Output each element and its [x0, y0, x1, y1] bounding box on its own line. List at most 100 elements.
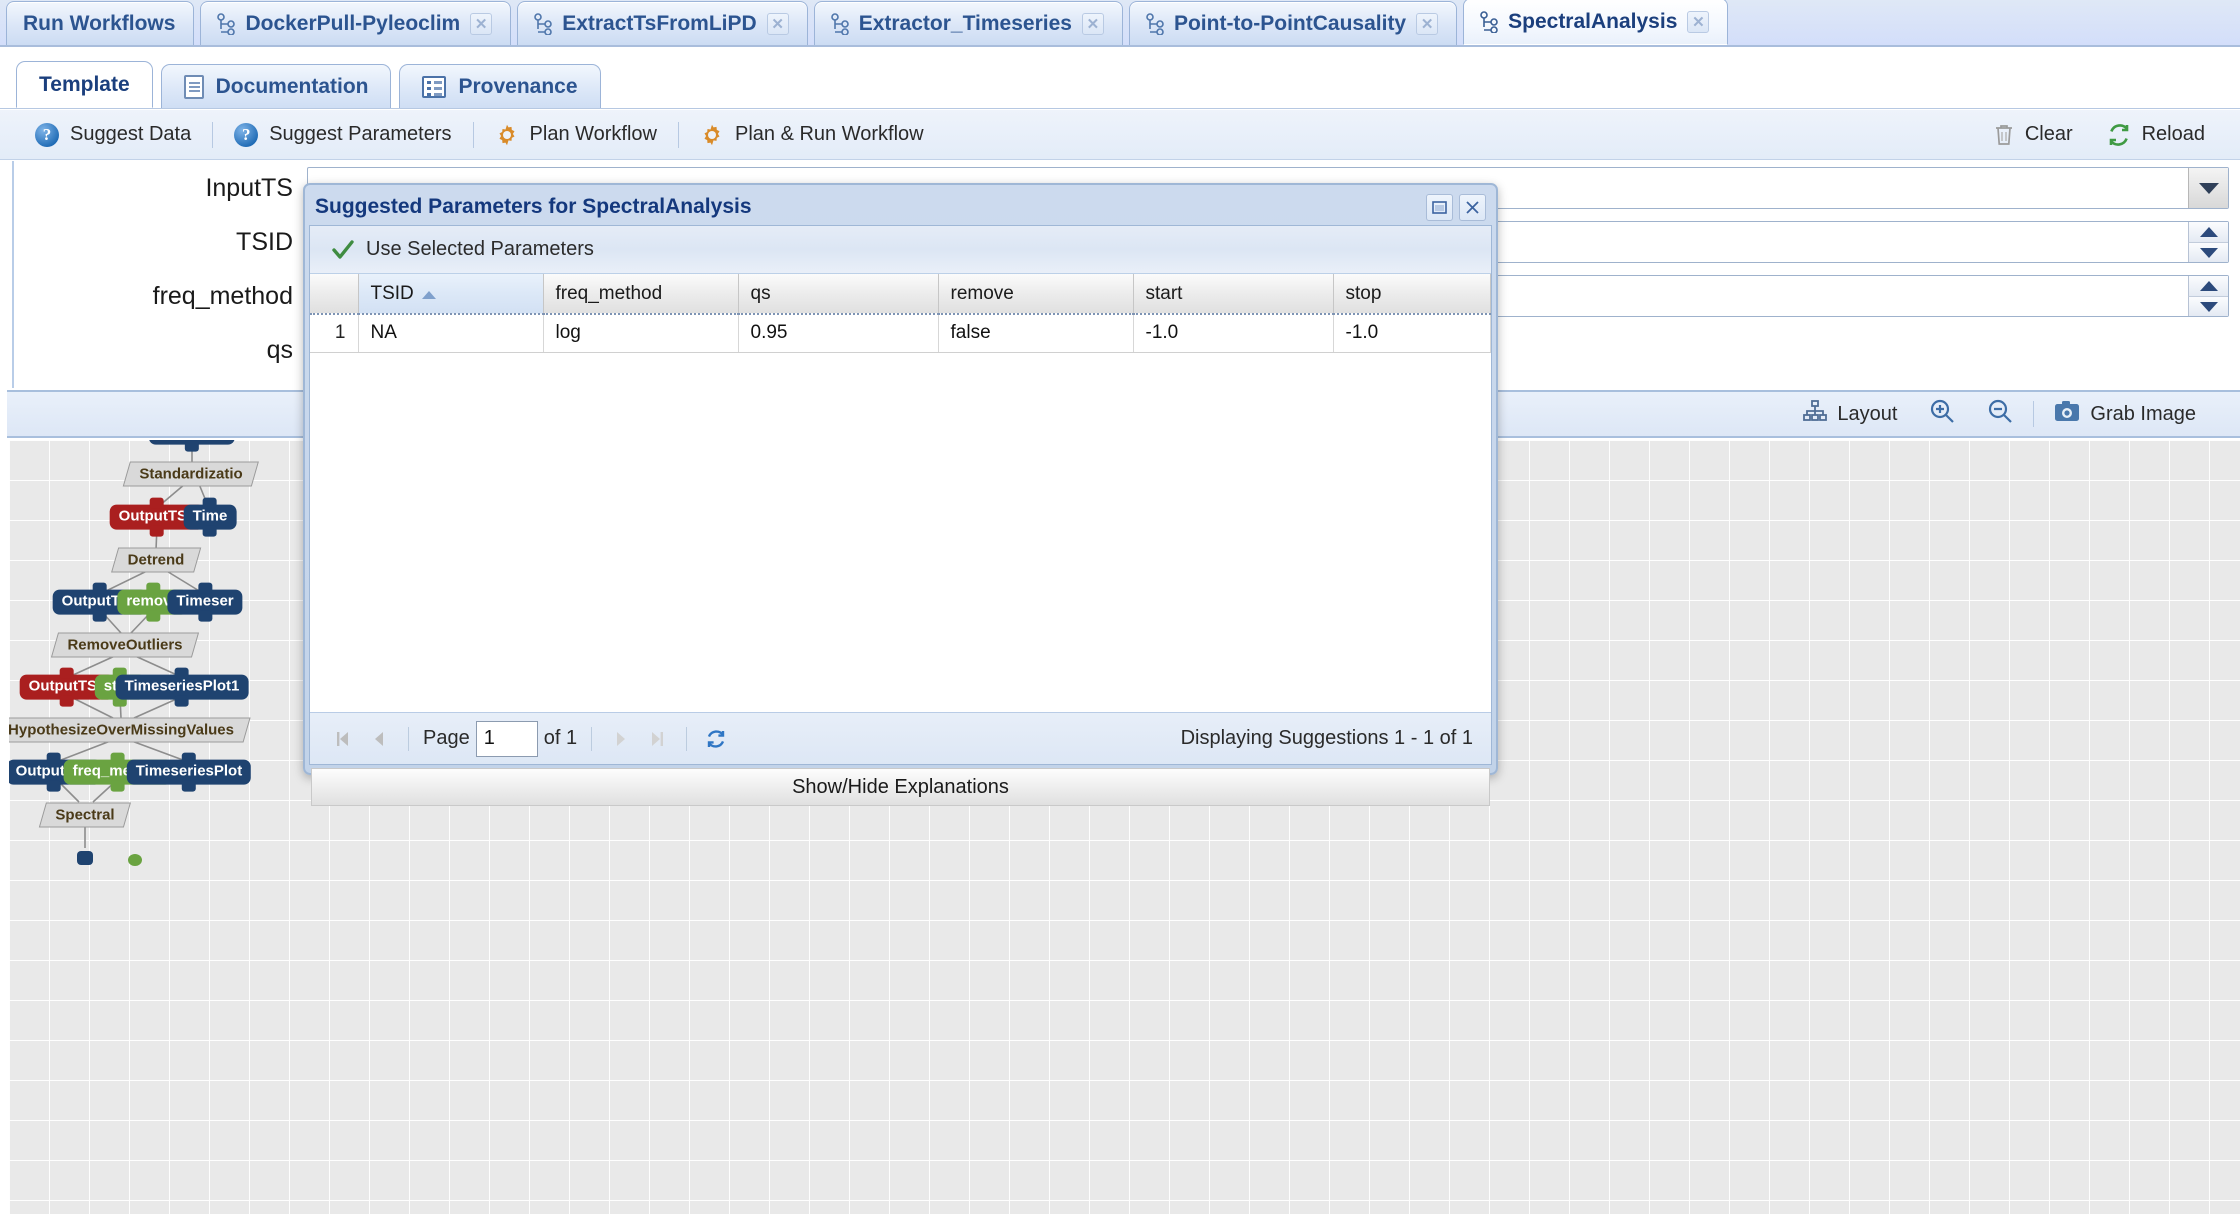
dialog-window-buttons: [1426, 193, 1486, 221]
first-page-button[interactable]: [328, 724, 358, 754]
node-label: Standardizatio: [139, 465, 243, 483]
subtab-documentation[interactable]: Documentation: [160, 64, 392, 108]
tab-run-workflows[interactable]: Run Workflows: [6, 1, 195, 45]
cell-tsid: NA: [358, 314, 544, 353]
column-label: freq_method: [555, 282, 663, 304]
workflow-icon: [830, 12, 849, 36]
button-label: Reload: [2141, 123, 2205, 145]
graph-node-timeseriesplot[interactable]: TimeseriesPlot: [126, 752, 252, 792]
page-number-input[interactable]: [475, 720, 538, 757]
chevron-down-icon[interactable]: [2188, 242, 2228, 262]
tab-spectralanalysis[interactable]: SpectralAnalysis ✕: [1463, 0, 1729, 45]
toolbar-separator: [677, 121, 679, 148]
application-window: Run Workflows DockerPull-Pyleoclim ✕ Ext…: [0, 0, 2240, 1214]
chevron-down-icon[interactable]: [2188, 168, 2228, 208]
layout-button[interactable]: Layout: [1787, 400, 1913, 428]
graph-node-standardization[interactable]: Standardizatio: [122, 461, 260, 487]
column-header-start[interactable]: start: [1133, 274, 1334, 315]
button-label: Plan Workflow: [529, 123, 657, 145]
close-icon[interactable]: ✕: [1687, 10, 1710, 33]
chevron-up-icon[interactable]: [2188, 276, 2228, 296]
column-label: TSID: [370, 282, 414, 304]
graph-node-outputts[interactable]: OutputTS: [148, 440, 236, 452]
pager-separator: [686, 726, 688, 751]
table-row[interactable]: 1 NA log 0.95 false -1.0 -1.0: [310, 314, 1491, 353]
workflow-icon: [1480, 10, 1498, 34]
graph-node-removeoutliers[interactable]: RemoveOutliers: [50, 632, 200, 658]
button-label: Layout: [1837, 402, 1898, 425]
reload-button[interactable]: Reload: [2090, 115, 2222, 155]
action-toolbar: ? Suggest Data ? Suggest Parameters Plan…: [0, 110, 2240, 160]
close-icon[interactable]: [1459, 193, 1486, 221]
refresh-button[interactable]: [701, 724, 731, 754]
gear-icon: [495, 123, 519, 147]
suggested-parameters-dialog[interactable]: Suggested Parameters for SpectralAnalysi…: [303, 183, 1498, 806]
table-header-row: TSID freq_method qs remove start stop: [310, 274, 1491, 315]
subtab-label: Provenance: [458, 74, 578, 98]
zoom-in-button[interactable]: [1913, 398, 1971, 430]
suggest-data-button[interactable]: ? Suggest Data: [18, 115, 208, 155]
show-hide-explanations-button[interactable]: Show/Hide Explanations: [311, 768, 1490, 806]
tab-extractor-timeseries[interactable]: Extractor_Timeseries ✕: [813, 1, 1123, 45]
template-subtabs: Template Documentation Provenance: [0, 49, 2240, 109]
tab-label: Run Workflows: [23, 11, 176, 35]
workflow-tabstrip: Run Workflows DockerPull-Pyleoclim ✕ Ext…: [0, 0, 2240, 47]
chevron-down-icon[interactable]: [2188, 296, 2228, 316]
prev-page-button[interactable]: [364, 724, 394, 754]
document-icon: [183, 74, 204, 99]
graph-node-time[interactable]: Time: [183, 497, 237, 537]
graph-node-timeseriesplot1[interactable]: TimeseriesPlot1: [115, 667, 249, 707]
node-label: TimeseriesPlot1: [124, 677, 240, 695]
subtab-label: Template: [39, 72, 130, 96]
button-label: Suggest Data: [70, 123, 192, 145]
graph-node-hypothesizeovermissingvalues[interactable]: HypothesizeOverMissingValues: [9, 717, 251, 743]
camera-icon: [2054, 400, 2080, 428]
node-label: HypothesizeOverMissingValues: [9, 721, 234, 739]
close-icon[interactable]: ✕: [1416, 12, 1439, 35]
subtab-provenance[interactable]: Provenance: [399, 64, 601, 108]
column-header-qs[interactable]: qs: [738, 274, 939, 315]
close-icon[interactable]: ✕: [766, 12, 789, 35]
graph-node-spectral[interactable]: Spectral: [38, 802, 132, 828]
dialog-title: Suggested Parameters for SpectralAnalysi…: [315, 195, 752, 218]
node-label: RemoveOutliers: [67, 636, 183, 654]
clear-button[interactable]: Clear: [1977, 115, 2090, 155]
column-header-freq-method[interactable]: freq_method: [543, 274, 739, 315]
graph-node-timeser[interactable]: Timeser: [167, 582, 243, 622]
tab-label: ExtractTsFromLiPD: [562, 11, 757, 35]
close-icon[interactable]: ✕: [1081, 12, 1104, 35]
tab-dockerpull-pyleoclim[interactable]: DockerPull-Pyleoclim ✕: [200, 1, 512, 45]
use-selected-parameters-button[interactable]: Use Selected Parameters: [310, 226, 1491, 274]
suggest-parameters-button[interactable]: ? Suggest Parameters: [217, 115, 468, 155]
chevron-up-icon[interactable]: [2188, 222, 2228, 242]
sort-asc-icon: [421, 290, 436, 299]
column-header-stop[interactable]: stop: [1333, 274, 1491, 315]
column-header-tsid[interactable]: TSID: [358, 274, 544, 315]
dialog-titlebar[interactable]: Suggested Parameters for SpectralAnalysi…: [309, 189, 1492, 225]
plan-workflow-button[interactable]: Plan Workflow: [478, 115, 674, 155]
graph-node-detrend[interactable]: Detrend: [111, 547, 201, 573]
tab-extracttsfromlipd[interactable]: ExtractTsFromLiPD ✕: [517, 1, 808, 45]
graph-node-output-bottom[interactable]: [77, 851, 93, 865]
last-page-button[interactable]: [642, 724, 672, 754]
restore-icon[interactable]: [1426, 193, 1453, 221]
reload-icon: [2107, 123, 2131, 147]
close-icon[interactable]: ✕: [470, 12, 493, 35]
subtab-label: Documentation: [215, 74, 369, 98]
toolbar-separator: [212, 121, 214, 148]
form-label-tsid: TSID: [236, 227, 293, 256]
suggestions-grid[interactable]: TSID freq_method qs remove start stop 1: [310, 274, 1491, 712]
gear-icon: [700, 123, 724, 147]
grab-image-button[interactable]: Grab Image: [2038, 400, 2212, 428]
column-header-rownum: [310, 274, 359, 315]
plan-and-run-workflow-button[interactable]: Plan & Run Workflow: [683, 115, 941, 155]
page-total-label: of 1: [543, 727, 578, 749]
column-header-remove[interactable]: remove: [938, 274, 1134, 315]
tab-label: Point-to-PointCausality: [1173, 11, 1407, 35]
zoom-out-button[interactable]: [1971, 398, 2029, 430]
graph-node-param-bottom[interactable]: [128, 854, 142, 866]
next-page-button[interactable]: [606, 724, 636, 754]
node-label: Time: [192, 507, 228, 525]
subtab-template[interactable]: Template: [16, 61, 153, 108]
tab-point-to-pointcausality[interactable]: Point-to-PointCausality ✕: [1128, 1, 1458, 45]
